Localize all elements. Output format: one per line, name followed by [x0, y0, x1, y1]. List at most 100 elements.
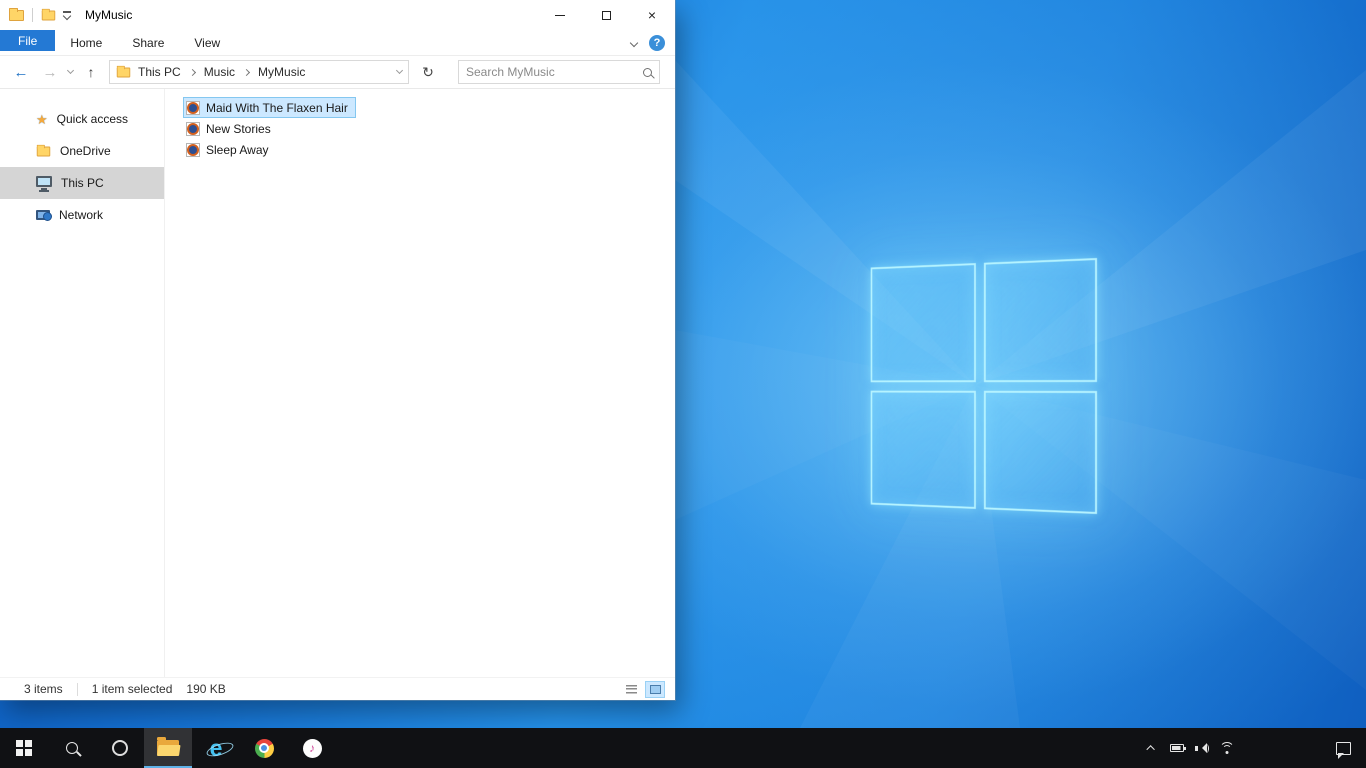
file-item[interactable]: New Stories	[183, 118, 279, 139]
file-name: New Stories	[206, 121, 271, 136]
audio-file-icon	[186, 142, 200, 157]
volume-button[interactable]	[1193, 739, 1211, 757]
chrome-icon	[254, 738, 274, 758]
sidebar-item-label: This PC	[61, 176, 104, 190]
cortana-button[interactable]	[96, 728, 144, 768]
close-button[interactable]: ×	[629, 0, 675, 30]
search-box[interactable]	[458, 60, 660, 84]
details-view-icon	[625, 684, 637, 694]
breadcrumb-music[interactable]: Music	[203, 65, 236, 79]
breadcrumb-separator-icon[interactable]	[188, 68, 196, 76]
system-tray	[1143, 728, 1236, 768]
file-explorer-icon	[157, 737, 181, 756]
search-input[interactable]	[466, 65, 637, 79]
app-folder-icon	[9, 7, 24, 21]
address-dropdown-chevron-icon[interactable]	[395, 66, 404, 75]
onedrive-folder-icon	[36, 144, 51, 156]
sidebar-item-quick-access[interactable]: ★ Quick access	[0, 103, 164, 135]
chevron-up-icon	[1146, 745, 1155, 754]
search-icon	[66, 742, 78, 754]
location-folder-icon	[116, 65, 131, 77]
selection-count: 1 item selected	[91, 682, 173, 696]
details-view-button[interactable]	[621, 681, 641, 698]
file-item[interactable]: Sleep Away	[183, 139, 277, 160]
selection-size: 190 KB	[186, 682, 226, 696]
help-icon[interactable]: ?	[649, 34, 665, 51]
file-name: Maid With The Flaxen Hair	[206, 100, 348, 115]
forward-button[interactable]: →	[39, 65, 61, 80]
taskbar: e ♪	[0, 728, 1366, 768]
windows-logo	[870, 258, 1097, 514]
start-button[interactable]	[0, 728, 48, 768]
tab-file[interactable]: File	[0, 30, 56, 51]
taskbar-search-button[interactable]	[48, 728, 96, 768]
windows-logo-pane	[983, 258, 1097, 382]
maximize-button[interactable]	[583, 0, 629, 30]
file-name: Sleep Away	[206, 142, 269, 157]
speaker-icon	[1194, 742, 1210, 755]
back-button[interactable]: ←	[10, 65, 32, 80]
divider	[32, 8, 33, 22]
sidebar-item-network[interactable]: Network	[0, 199, 164, 231]
network-button[interactable]	[1218, 739, 1236, 757]
internet-explorer-icon: e	[209, 734, 223, 761]
windows-start-icon	[16, 740, 32, 756]
status-bar: 3 items 1 item selected 190 KB	[0, 677, 675, 700]
items-count: 3 items	[24, 682, 63, 696]
taskbar-file-explorer-button[interactable]	[144, 728, 192, 768]
maximize-icon	[601, 10, 611, 20]
network-icon	[36, 210, 52, 221]
quick-access-toolbar-folder-icon[interactable]	[41, 8, 56, 20]
sidebar-item-this-pc[interactable]: This PC	[0, 167, 164, 199]
refresh-button[interactable]: ↻	[416, 60, 440, 84]
recent-locations-chevron-icon[interactable]	[66, 66, 75, 75]
breadcrumb-mymusic[interactable]: MyMusic	[257, 65, 306, 79]
tab-home[interactable]: Home	[55, 30, 117, 55]
title-bar[interactable]: MyMusic ×	[0, 0, 675, 30]
breadcrumb-this-pc[interactable]: This PC	[137, 65, 182, 79]
windows-logo-pane	[870, 263, 976, 382]
action-center-button[interactable]	[1320, 728, 1366, 768]
cortana-icon	[112, 740, 128, 756]
close-icon: ×	[647, 7, 657, 23]
large-icons-view-icon	[649, 684, 661, 694]
address-bar[interactable]: This PC Music MyMusic	[109, 60, 409, 84]
tray-expand-button[interactable]	[1143, 739, 1161, 757]
breadcrumb-separator-icon[interactable]	[242, 68, 251, 76]
tab-share[interactable]: Share	[117, 30, 179, 55]
clock-area[interactable]	[1236, 728, 1320, 768]
up-button[interactable]: ↑	[80, 65, 102, 79]
divider	[76, 682, 78, 696]
taskbar-internet-explorer-button[interactable]: e	[192, 728, 240, 768]
taskbar-itunes-button[interactable]: ♪	[288, 728, 336, 768]
star-icon: ★	[36, 111, 48, 127]
action-center-icon	[1335, 741, 1351, 759]
sidebar-item-label: Quick access	[56, 112, 129, 126]
search-icon[interactable]	[643, 67, 652, 77]
battery-button[interactable]	[1168, 739, 1186, 757]
tab-view[interactable]: View	[179, 30, 235, 55]
minimize-button[interactable]	[537, 0, 583, 30]
sidebar-item-onedrive[interactable]: OneDrive	[0, 135, 164, 167]
window-body: ★ Quick access OneDrive This PC Network	[0, 89, 675, 677]
windows-logo-pane	[983, 390, 1097, 514]
windows-logo-pane	[870, 390, 976, 509]
expand-ribbon-chevron-icon[interactable]	[629, 38, 639, 47]
large-icons-view-button[interactable]	[645, 680, 665, 698]
battery-icon	[1170, 744, 1186, 752]
minimize-icon	[555, 14, 565, 16]
window-title: MyMusic	[85, 8, 133, 22]
file-explorer-window: MyMusic × File Home Share View ? ← → ↑ T…	[0, 0, 675, 700]
audio-file-icon	[186, 121, 200, 136]
itunes-icon: ♪	[302, 738, 322, 758]
wifi-icon	[1219, 742, 1235, 754]
desktop-screen: MyMusic × File Home Share View ? ← → ↑ T…	[0, 0, 1366, 768]
audio-file-icon	[186, 100, 200, 115]
file-item-selected[interactable]: Maid With The Flaxen Hair	[183, 97, 356, 118]
ribbon-tab-bar: File Home Share View ?	[0, 30, 675, 56]
sidebar-item-label: OneDrive	[60, 144, 111, 158]
sidebar-item-label: Network	[59, 208, 104, 222]
customize-toolbar-chevron-icon[interactable]	[62, 11, 72, 20]
taskbar-chrome-button[interactable]	[240, 728, 288, 768]
file-list[interactable]: Maid With The Flaxen Hair New Stories Sl…	[165, 89, 675, 677]
